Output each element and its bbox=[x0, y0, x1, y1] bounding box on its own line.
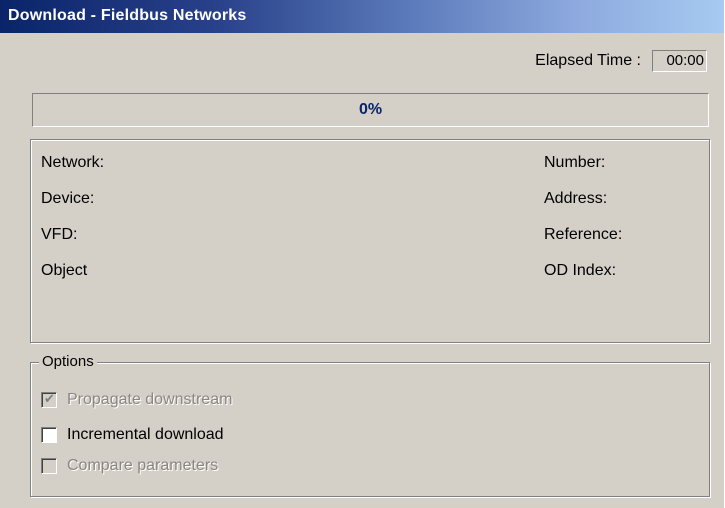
compare-parameters-label: Compare parameters bbox=[67, 457, 219, 474]
incremental-download-option[interactable]: Incremental download bbox=[41, 425, 224, 445]
incremental-download-checkbox[interactable] bbox=[41, 427, 57, 443]
check-icon: ✔ bbox=[44, 391, 55, 406]
vfd-label: VFD: bbox=[41, 226, 78, 243]
progress-percent: 0% bbox=[358, 101, 383, 118]
device-label: Device: bbox=[41, 190, 95, 207]
compare-parameters-checkbox bbox=[41, 458, 57, 474]
window-title: Download - Fieldbus Networks bbox=[8, 7, 247, 24]
progress-bar: 0% bbox=[32, 93, 709, 127]
propagate-downstream-checkbox: ✔ bbox=[41, 391, 57, 408]
title-bar[interactable]: Download - Fieldbus Networks bbox=[0, 0, 724, 33]
incremental-download-label[interactable]: Incremental download bbox=[67, 426, 224, 444]
od-index-label: OD Index: bbox=[544, 262, 617, 279]
download-dialog: Download - Fieldbus Networks Elapsed Tim… bbox=[0, 0, 724, 508]
network-label: Network: bbox=[41, 154, 105, 171]
propagate-downstream-option: ✔ Propagate downstream bbox=[41, 390, 232, 410]
compare-parameters-option: Compare parameters bbox=[41, 456, 218, 476]
address-label: Address: bbox=[544, 190, 608, 207]
options-legend: Options bbox=[39, 353, 97, 370]
elapsed-time-label: Elapsed Time : bbox=[535, 52, 641, 69]
elapsed-time-value: 00:00 bbox=[652, 50, 707, 72]
number-label: Number: bbox=[544, 154, 606, 171]
object-label: Object bbox=[41, 262, 88, 279]
propagate-downstream-label: Propagate downstream bbox=[67, 391, 233, 408]
download-info-panel: Network: Device: VFD: Object Number: Add… bbox=[30, 139, 710, 343]
reference-label: Reference: bbox=[544, 226, 623, 243]
options-group: Options ✔ Propagate downstream Increment… bbox=[30, 353, 710, 497]
